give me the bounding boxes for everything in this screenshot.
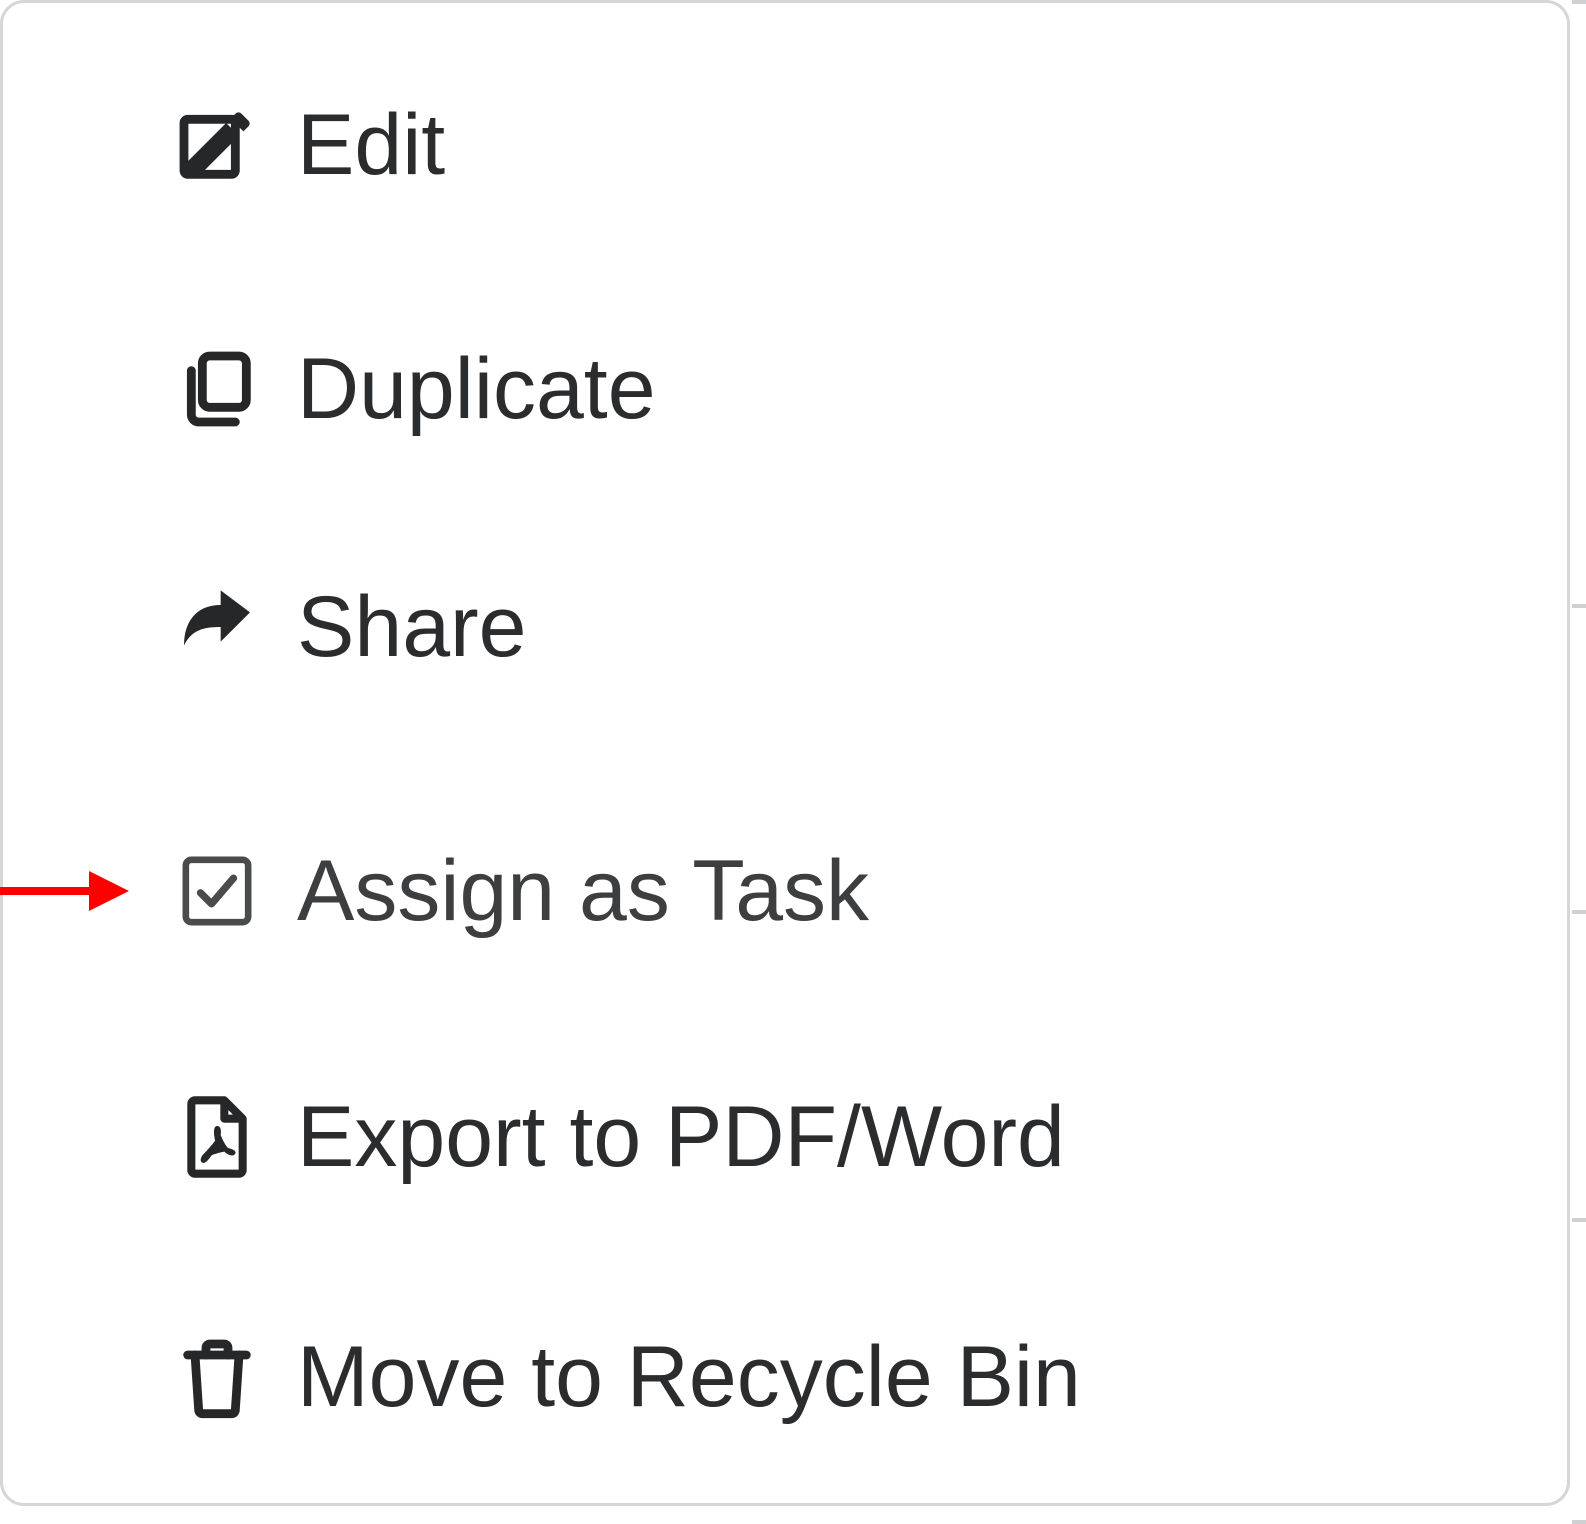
checkbox-icon (173, 847, 261, 935)
context-menu: Edit Duplicate Share (0, 0, 1570, 1506)
menu-item-share[interactable]: Share (3, 563, 1567, 691)
file-pdf-icon (173, 1093, 261, 1181)
menu-item-label: Export to PDF/Word (297, 1094, 1065, 1180)
menu-item-edit[interactable]: Edit (3, 81, 1567, 209)
edit-icon (173, 101, 261, 189)
right-edge-ticks (1570, 0, 1586, 1524)
menu-item-duplicate[interactable]: Duplicate (3, 325, 1567, 453)
menu-item-recycle-bin[interactable]: Move to Recycle Bin (3, 1313, 1567, 1441)
menu-item-label: Share (297, 584, 527, 670)
menu-item-label: Duplicate (297, 346, 656, 432)
menu-item-label: Assign as Task (297, 848, 869, 934)
share-icon (173, 583, 261, 671)
duplicate-icon (173, 345, 261, 433)
menu-item-export[interactable]: Export to PDF/Word (3, 1073, 1567, 1201)
annotation-arrow-icon (0, 851, 139, 931)
trash-icon (173, 1333, 261, 1421)
menu-item-label: Edit (297, 102, 445, 188)
menu-item-label: Move to Recycle Bin (297, 1334, 1081, 1420)
menu-item-assign-task[interactable]: Assign as Task (3, 827, 1567, 955)
